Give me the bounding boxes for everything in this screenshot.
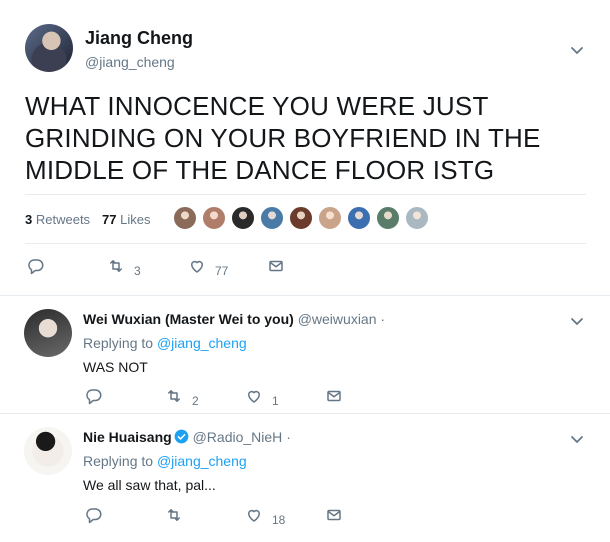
retweets-count: 3 bbox=[25, 212, 33, 227]
heart-icon bbox=[248, 390, 260, 403]
like-count: 1 bbox=[272, 394, 279, 408]
liker-avatar[interactable] bbox=[289, 206, 313, 230]
heart-icon bbox=[248, 509, 260, 522]
tweet-stats: 3 Retweets 77 Likes bbox=[25, 194, 586, 244]
author-name[interactable]: Nie Huaisang bbox=[83, 429, 172, 445]
main-tweet: Jiang Cheng @jiang_cheng WHAT INNOCENCE … bbox=[0, 0, 610, 296]
liker-avatar[interactable] bbox=[318, 206, 342, 230]
separator: · bbox=[286, 429, 291, 445]
avatar[interactable] bbox=[24, 427, 72, 475]
replying-to-link[interactable]: @jiang_cheng bbox=[157, 335, 247, 351]
chevron-down-icon[interactable] bbox=[569, 42, 585, 58]
envelope-icon bbox=[327, 509, 341, 521]
reply-icon bbox=[28, 259, 44, 275]
retweet-button[interactable] bbox=[165, 506, 183, 524]
replying-to: Replying to @jiang_cheng bbox=[83, 453, 247, 469]
reply-actions: 18 bbox=[85, 506, 585, 526]
reply-tweet[interactable]: Wei Wuxian (Master Wei to you) @weiwuxia… bbox=[0, 296, 610, 414]
author-name[interactable]: Wei Wuxian (Master Wei to you) bbox=[83, 311, 294, 327]
tweet-text: WHAT INNOCENCE YOU WERE JUST GRINDING ON… bbox=[25, 91, 541, 185]
replying-prefix: Replying to bbox=[83, 335, 154, 351]
chevron-down-icon[interactable] bbox=[569, 431, 585, 447]
retweet-icon bbox=[110, 260, 122, 272]
reply-text: We all saw that, pal... bbox=[83, 477, 216, 493]
liker-avatar[interactable] bbox=[173, 206, 197, 230]
liker-avatar[interactable] bbox=[231, 206, 255, 230]
liker-avatar[interactable] bbox=[347, 206, 371, 230]
reply-button[interactable] bbox=[27, 257, 45, 275]
dm-button[interactable] bbox=[325, 506, 343, 524]
reply-header: Nie Huaisang @Radio_NieH · bbox=[83, 429, 291, 445]
retweet-icon bbox=[168, 390, 180, 402]
reply-actions: 2 1 bbox=[85, 387, 585, 407]
like-button[interactable]: 1 bbox=[245, 387, 279, 408]
author-handle[interactable]: @jiang_cheng bbox=[85, 54, 175, 70]
reply-icon bbox=[86, 389, 102, 405]
like-button[interactable]: 18 bbox=[245, 506, 286, 527]
tweet-actions: 3 77 bbox=[27, 257, 587, 277]
likes-stat[interactable]: 77 Likes bbox=[102, 212, 150, 227]
liker-avatar[interactable] bbox=[376, 206, 400, 230]
envelope-icon bbox=[269, 260, 283, 272]
retweet-count: 3 bbox=[134, 264, 141, 278]
avatar[interactable] bbox=[25, 24, 73, 72]
reply-button[interactable] bbox=[85, 506, 103, 524]
dm-button[interactable] bbox=[267, 257, 285, 275]
retweets-stat[interactable]: 3 Retweets bbox=[25, 212, 90, 227]
reply-tweet[interactable]: Nie Huaisang @Radio_NieH · Replying to @… bbox=[0, 414, 610, 542]
reply-icon bbox=[86, 508, 102, 524]
author-handle[interactable]: @weiwuxian bbox=[298, 311, 377, 327]
like-button[interactable]: 77 bbox=[188, 257, 229, 278]
dm-button[interactable] bbox=[325, 387, 343, 405]
liker-avatar[interactable] bbox=[202, 206, 226, 230]
replying-prefix: Replying to bbox=[83, 453, 154, 469]
heart-icon bbox=[191, 260, 203, 273]
liker-avatar[interactable] bbox=[260, 206, 284, 230]
envelope-icon bbox=[327, 390, 341, 402]
likes-label: Likes bbox=[120, 212, 151, 227]
avatar[interactable] bbox=[24, 309, 72, 357]
chevron-down-icon[interactable] bbox=[569, 313, 585, 329]
liker-avatar[interactable] bbox=[405, 206, 429, 230]
like-count: 77 bbox=[215, 264, 229, 278]
reply-text: WAS NOT bbox=[83, 359, 148, 375]
like-count: 18 bbox=[272, 513, 286, 527]
retweet-count: 2 bbox=[192, 394, 199, 408]
verified-badge-icon bbox=[174, 429, 189, 444]
author-name[interactable]: Jiang Cheng bbox=[85, 28, 193, 49]
author-handle[interactable]: @Radio_NieH bbox=[193, 429, 283, 445]
retweet-button[interactable]: 3 bbox=[107, 257, 141, 278]
reply-button[interactable] bbox=[85, 387, 103, 405]
retweets-label: Retweets bbox=[35, 212, 91, 227]
separator: · bbox=[380, 311, 386, 327]
replying-to-link[interactable]: @jiang_cheng bbox=[157, 453, 247, 469]
likes-count: 77 bbox=[102, 212, 117, 227]
retweet-button[interactable]: 2 bbox=[165, 387, 199, 408]
retweet-icon bbox=[168, 509, 180, 521]
replying-to: Replying to @jiang_cheng bbox=[83, 335, 247, 351]
reply-header: Wei Wuxian (Master Wei to you) @weiwuxia… bbox=[83, 311, 385, 327]
